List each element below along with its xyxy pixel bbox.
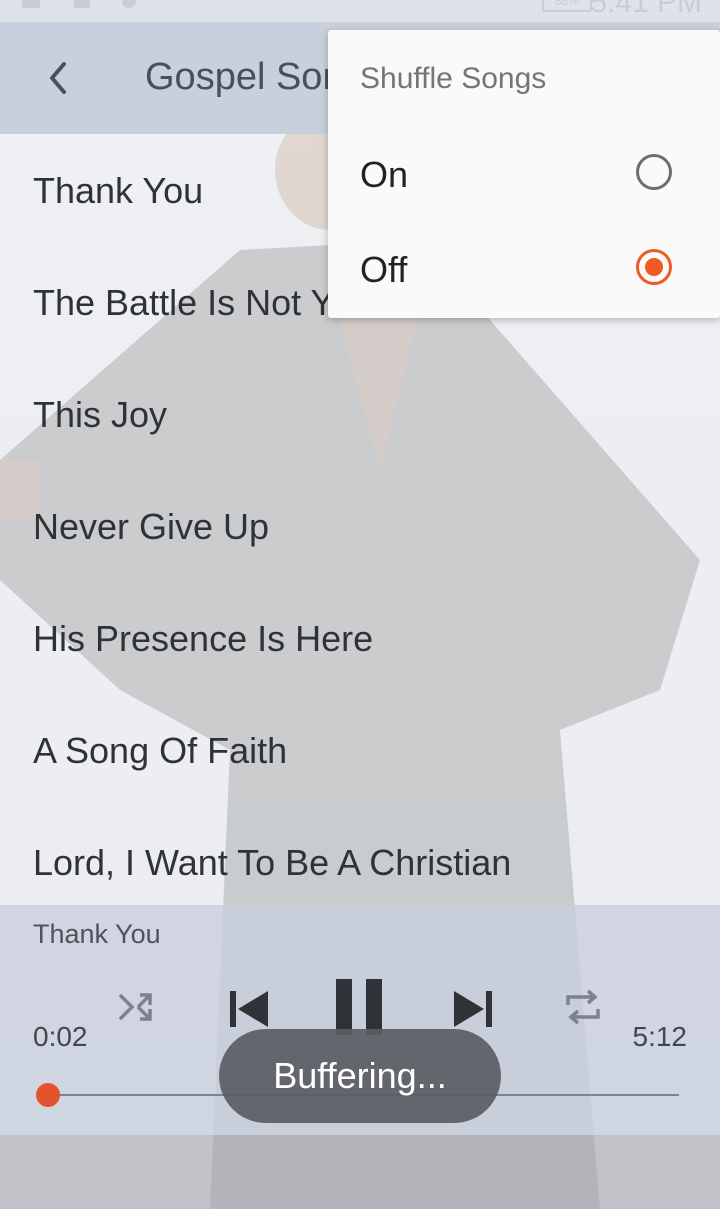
song-item[interactable]: A Song Of Faith [33, 730, 287, 772]
status-time: 5:41 PM [590, 0, 702, 19]
radio-button-off[interactable] [636, 249, 672, 285]
now-playing-title: Thank You [33, 919, 161, 949]
bottom-strip [0, 1135, 720, 1209]
shuffle-option-off[interactable]: Off [328, 223, 720, 319]
shuffle-option-on[interactable]: On [328, 128, 720, 224]
notification-icon [22, 0, 40, 8]
song-item[interactable]: This Joy [33, 394, 167, 436]
back-arrow-icon[interactable] [40, 56, 80, 100]
dot-icon [122, 0, 136, 8]
song-item[interactable]: His Presence Is Here [33, 618, 373, 660]
option-label: Off [360, 249, 408, 290]
repeat-icon[interactable] [562, 987, 604, 1027]
shuffle-icon[interactable] [116, 987, 156, 1027]
shuffle-popup: Shuffle Songs On Off [328, 30, 720, 318]
elapsed-time: 0:02 [33, 1021, 88, 1052]
pause-icon[interactable] [334, 979, 386, 1035]
total-duration: 5:12 [632, 1021, 688, 1052]
song-item[interactable]: Never Give Up [33, 506, 269, 548]
popup-title: Shuffle Songs [360, 62, 547, 95]
status-bar: 88% 5:41 PM [0, 0, 720, 22]
player-panel: Thank You 0:02 5:12 Buffering... [0, 905, 720, 1135]
skip-next-icon[interactable] [452, 989, 494, 1029]
battery-icon: 88% [542, 0, 592, 12]
option-label: On [360, 154, 409, 195]
skip-previous-icon[interactable] [228, 989, 270, 1029]
sd-card-icon [74, 0, 90, 8]
radio-button-on[interactable] [636, 154, 672, 190]
song-item[interactable]: Thank You [33, 170, 203, 212]
song-item[interactable]: Lord, I Want To Be A Christian [33, 842, 511, 884]
buffering-toast: Buffering... [219, 1029, 501, 1123]
seek-thumb[interactable] [36, 1083, 60, 1107]
